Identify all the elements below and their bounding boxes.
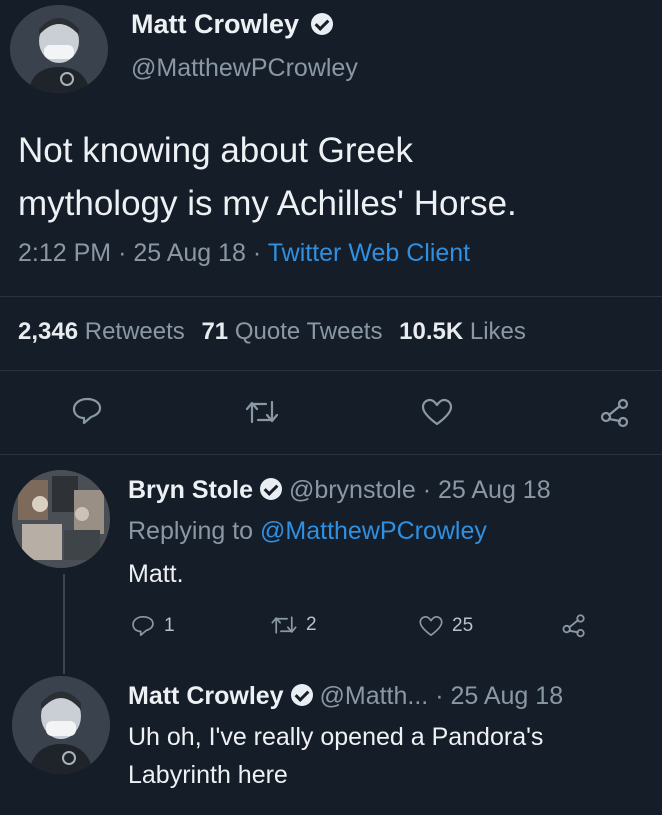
replying-to: Replying to @MatthewPCrowley — [128, 517, 487, 546]
avatar-image — [12, 676, 110, 774]
retweets-count: 2,346 — [18, 318, 79, 345]
retweet-button[interactable]: 2 — [270, 614, 317, 636]
retweets-stat[interactable]: 2,346 Retweets — [18, 318, 191, 345]
avatar-image — [12, 470, 110, 568]
reply-date[interactable]: 25 Aug 18 — [438, 476, 551, 504]
author-name[interactable]: Bryn Stole — [128, 476, 253, 504]
replying-to-prefix: Replying to — [128, 517, 254, 545]
reply-button[interactable] — [70, 396, 104, 426]
verified-badge-icon — [310, 12, 333, 35]
share-icon — [562, 614, 585, 638]
avatar[interactable] — [12, 676, 110, 774]
tweet-time[interactable]: 2:12 PM — [18, 239, 111, 267]
separator-dot: · — [435, 682, 444, 710]
author-name[interactable]: Matt Crowley — [128, 682, 284, 710]
avatar-image — [10, 5, 108, 93]
reply-date[interactable]: 25 Aug 18 — [450, 682, 563, 710]
divider — [0, 454, 662, 455]
author-handle[interactable]: @brynstole — [289, 476, 416, 504]
separator-dot: · — [422, 476, 432, 504]
thread-line — [63, 574, 65, 674]
author-handle[interactable]: @MatthewPCrowley — [131, 54, 358, 83]
likes-stat[interactable]: 10.5K Likes — [399, 318, 526, 345]
reply-text-line: Labyrinth here — [128, 761, 288, 789]
tweet-client-link[interactable]: Twitter Web Client — [268, 239, 470, 267]
tweet-text: Not knowing about Greek mythology is my … — [18, 124, 517, 230]
retweet-icon — [245, 400, 279, 424]
reply-header: Matt Crowley @Matth... · 25 Aug 18 — [128, 682, 563, 711]
share-button[interactable] — [560, 612, 588, 638]
likes-count: 10.5K — [399, 318, 464, 345]
quotes-label: Quote Tweets — [234, 318, 383, 345]
avatar[interactable] — [10, 5, 108, 93]
like-button[interactable]: 25 — [418, 614, 473, 638]
retweet-icon — [271, 616, 297, 634]
reply-icon — [132, 615, 154, 637]
author-name[interactable]: Matt Crowley — [131, 9, 333, 40]
author-handle[interactable]: @Matth... — [320, 682, 429, 710]
reply-button[interactable]: 1 — [130, 614, 175, 638]
author-name-text: Matt Crowley — [131, 9, 300, 39]
like-count: 25 — [452, 615, 474, 636]
retweet-button[interactable] — [244, 398, 280, 426]
reply-text: Matt. — [128, 560, 184, 588]
like-icon — [419, 615, 443, 637]
verified-badge-icon — [290, 684, 313, 707]
retweets-label: Retweets — [84, 318, 185, 345]
retweet-count: 2 — [306, 614, 317, 635]
divider — [0, 370, 662, 371]
quotes-stat[interactable]: 71 Quote Tweets — [201, 318, 389, 345]
share-icon — [600, 398, 629, 428]
tweet-stats: 2,346 Retweets 71 Quote Tweets 10.5K Lik… — [18, 318, 526, 346]
like-button[interactable] — [420, 397, 454, 427]
share-button[interactable] — [598, 396, 632, 428]
separator-dot: · — [252, 239, 268, 267]
reply-icon — [72, 397, 102, 425]
like-icon — [421, 398, 453, 426]
separator-dot: · — [118, 239, 134, 267]
tweet-meta: 2:12 PM · 25 Aug 18 · Twitter Web Client — [18, 239, 470, 268]
tweet-date[interactable]: 25 Aug 18 — [133, 239, 246, 267]
reply-text: Uh oh, I've really opened a Pandora's La… — [128, 718, 543, 794]
reply-text-line: Uh oh, I've really opened a Pandora's — [128, 723, 544, 751]
quotes-count: 71 — [201, 318, 229, 345]
likes-label: Likes — [469, 318, 526, 345]
divider — [0, 296, 662, 297]
reply-count: 1 — [164, 615, 175, 636]
avatar[interactable] — [12, 470, 110, 568]
verified-badge-icon — [259, 478, 282, 501]
replying-to-handle[interactable]: @MatthewPCrowley — [260, 517, 487, 545]
tweet-text-line: mythology is my Achilles' Horse. — [18, 184, 517, 223]
reply-header: Bryn Stole @brynstole · 25 Aug 18 — [128, 476, 551, 505]
tweet-text-line: Not knowing about Greek — [18, 131, 413, 170]
